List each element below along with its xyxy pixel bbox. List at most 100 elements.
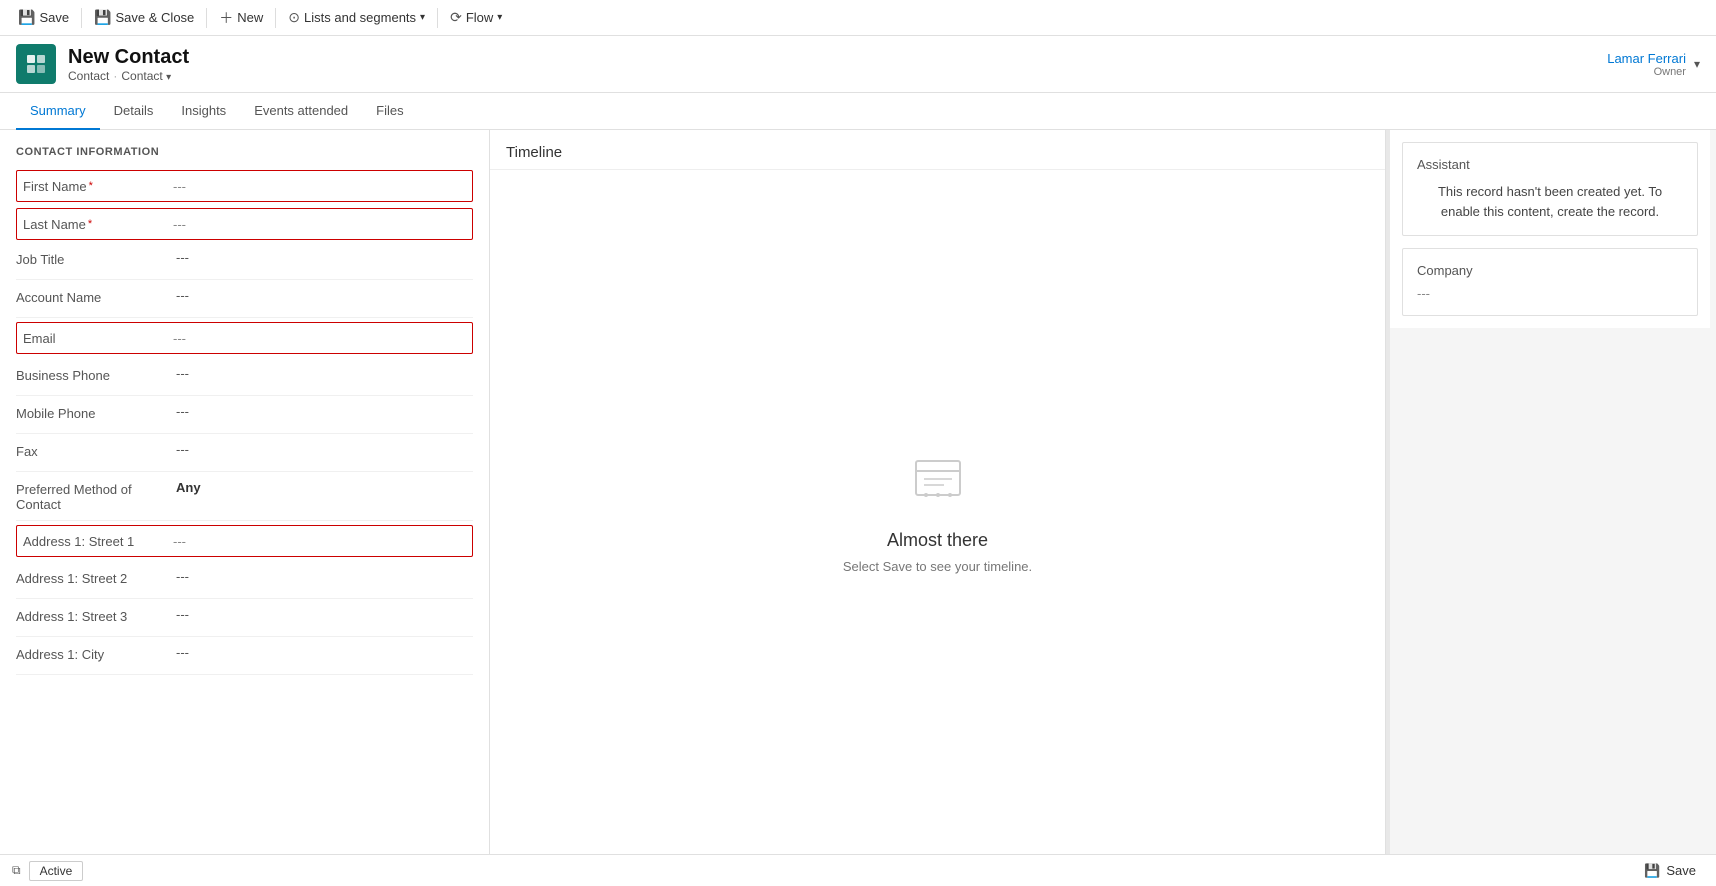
toolbar-divider bbox=[81, 8, 82, 28]
last-name-label: Last Name * bbox=[23, 217, 173, 232]
address1-street2-value[interactable]: --- bbox=[176, 569, 473, 584]
account-name-field[interactable]: Account Name --- bbox=[16, 280, 473, 318]
user-menu[interactable]: Lamar Ferrari Owner ▾ bbox=[1607, 51, 1700, 78]
business-phone-value[interactable]: --- bbox=[176, 366, 473, 381]
email-field[interactable]: Email --- bbox=[16, 322, 473, 354]
address1-street1-label: Address 1: Street 1 bbox=[23, 534, 173, 549]
tab-bar: Summary Details Insights Events attended… bbox=[0, 93, 1716, 130]
assistant-card-text: This record hasn't been created yet. To … bbox=[1417, 182, 1683, 221]
section-title: CONTACT INFORMATION bbox=[16, 146, 473, 158]
account-name-label: Account Name bbox=[16, 288, 176, 305]
job-title-label: Job Title bbox=[16, 250, 176, 267]
last-name-required-star: * bbox=[88, 218, 92, 230]
last-name-field[interactable]: Last Name * --- bbox=[16, 208, 473, 240]
flow-chevron-icon: ▾ bbox=[497, 12, 502, 23]
contact-info-panel: CONTACT INFORMATION First Name * --- Las… bbox=[0, 130, 490, 854]
page-title: New Contact bbox=[68, 46, 1607, 69]
first-name-value[interactable]: --- bbox=[173, 179, 466, 194]
new-icon: ＋ bbox=[219, 8, 233, 28]
save-close-button[interactable]: 💾 Save & Close bbox=[84, 0, 204, 36]
timeline-empty-title: Almost there bbox=[887, 530, 988, 551]
timeline-panel: Timeline Almost there Select Save to see… bbox=[490, 130, 1386, 854]
save-close-icon: 💾 bbox=[94, 9, 111, 26]
status-save-button[interactable]: 💾 Save bbox=[1636, 859, 1704, 883]
toolbar-divider-2 bbox=[206, 8, 207, 28]
user-menu-chevron-icon: ▾ bbox=[1694, 57, 1700, 71]
address1-city-value[interactable]: --- bbox=[176, 645, 473, 660]
fax-field[interactable]: Fax --- bbox=[16, 434, 473, 472]
header-title-area: New Contact Contact · Contact ▾ bbox=[68, 46, 1607, 83]
status-window-icon[interactable]: ⧉ bbox=[12, 863, 21, 878]
tab-details[interactable]: Details bbox=[100, 93, 168, 130]
save-button[interactable]: 💾 Save bbox=[8, 0, 79, 36]
breadcrumb-contact2[interactable]: Contact ▾ bbox=[121, 69, 171, 83]
address1-street3-label: Address 1: Street 3 bbox=[16, 607, 176, 624]
business-phone-label: Business Phone bbox=[16, 366, 176, 383]
tab-files[interactable]: Files bbox=[362, 93, 417, 130]
address1-street1-value[interactable]: --- bbox=[173, 534, 466, 549]
timeline-title: Timeline bbox=[490, 130, 1385, 170]
last-name-value[interactable]: --- bbox=[173, 217, 466, 232]
timeline-empty-subtitle: Select Save to see your timeline. bbox=[843, 559, 1032, 574]
address1-street2-field[interactable]: Address 1: Street 2 --- bbox=[16, 561, 473, 599]
company-card-value[interactable]: --- bbox=[1417, 286, 1683, 301]
status-save-icon: 💾 bbox=[1644, 863, 1660, 879]
toolbar-divider-3 bbox=[275, 8, 276, 28]
job-title-field[interactable]: Job Title --- bbox=[16, 242, 473, 280]
mobile-phone-label: Mobile Phone bbox=[16, 404, 176, 421]
lists-segments-chevron-icon: ▾ bbox=[420, 12, 425, 23]
business-phone-field[interactable]: Business Phone --- bbox=[16, 358, 473, 396]
status-bar: ⧉ Active 💾 Save bbox=[0, 854, 1716, 886]
timeline-body: Almost there Select Save to see your tim… bbox=[490, 170, 1385, 854]
toolbar: 💾 Save 💾 Save & Close ＋ New ⊙ Lists and … bbox=[0, 0, 1716, 36]
job-title-value[interactable]: --- bbox=[176, 250, 473, 265]
tab-summary[interactable]: Summary bbox=[16, 93, 100, 130]
assistant-card: Assistant This record hasn't been create… bbox=[1402, 142, 1698, 236]
breadcrumb-chevron-icon: ▾ bbox=[166, 72, 171, 83]
email-value[interactable]: --- bbox=[173, 331, 466, 346]
mobile-phone-field[interactable]: Mobile Phone --- bbox=[16, 396, 473, 434]
address1-street2-label: Address 1: Street 2 bbox=[16, 569, 176, 586]
lists-segments-button[interactable]: ⊙ Lists and segments ▾ bbox=[278, 0, 435, 36]
fax-value[interactable]: --- bbox=[176, 442, 473, 457]
breadcrumb: Contact · Contact ▾ bbox=[68, 69, 1607, 83]
company-card: Company --- bbox=[1402, 248, 1698, 316]
preferred-contact-value[interactable]: Any bbox=[176, 480, 473, 495]
first-name-label: First Name * bbox=[23, 179, 173, 194]
breadcrumb-separator: · bbox=[113, 69, 117, 83]
panel-resize-handle[interactable] bbox=[1386, 130, 1390, 854]
mobile-phone-value[interactable]: --- bbox=[176, 404, 473, 419]
main-content: CONTACT INFORMATION First Name * --- Las… bbox=[0, 130, 1716, 854]
address1-city-label: Address 1: City bbox=[16, 645, 176, 662]
preferred-contact-field[interactable]: Preferred Method of Contact Any bbox=[16, 472, 473, 521]
assistant-card-title: Assistant bbox=[1417, 157, 1683, 172]
user-info: Lamar Ferrari Owner bbox=[1607, 51, 1686, 78]
breadcrumb-contact1[interactable]: Contact bbox=[68, 69, 109, 83]
app-icon bbox=[16, 44, 56, 84]
tab-events-attended[interactable]: Events attended bbox=[240, 93, 362, 130]
timeline-empty-icon bbox=[908, 451, 968, 514]
flow-button[interactable]: ⟳ Flow ▾ bbox=[440, 0, 512, 36]
status-left: ⧉ Active bbox=[12, 861, 83, 881]
company-card-title: Company bbox=[1417, 263, 1683, 278]
lists-segments-icon: ⊙ bbox=[288, 9, 300, 26]
right-panel: Assistant This record hasn't been create… bbox=[1390, 130, 1710, 328]
preferred-contact-label: Preferred Method of Contact bbox=[16, 480, 176, 512]
address1-street3-value[interactable]: --- bbox=[176, 607, 473, 622]
first-name-required-star: * bbox=[89, 180, 93, 192]
toolbar-divider-4 bbox=[437, 8, 438, 28]
account-name-value[interactable]: --- bbox=[176, 288, 473, 303]
tab-insights[interactable]: Insights bbox=[167, 93, 240, 130]
address1-street3-field[interactable]: Address 1: Street 3 --- bbox=[16, 599, 473, 637]
status-badge[interactable]: Active bbox=[29, 861, 84, 881]
user-role: Owner bbox=[1607, 66, 1686, 78]
save-icon: 💾 bbox=[18, 9, 35, 26]
email-label: Email bbox=[23, 331, 173, 346]
first-name-field[interactable]: First Name * --- bbox=[16, 170, 473, 202]
page-header: New Contact Contact · Contact ▾ Lamar Fe… bbox=[0, 36, 1716, 93]
address1-city-field[interactable]: Address 1: City --- bbox=[16, 637, 473, 675]
new-button[interactable]: ＋ New bbox=[209, 0, 273, 36]
fax-label: Fax bbox=[16, 442, 176, 459]
address1-street1-field[interactable]: Address 1: Street 1 --- bbox=[16, 525, 473, 557]
flow-icon: ⟳ bbox=[450, 9, 462, 26]
